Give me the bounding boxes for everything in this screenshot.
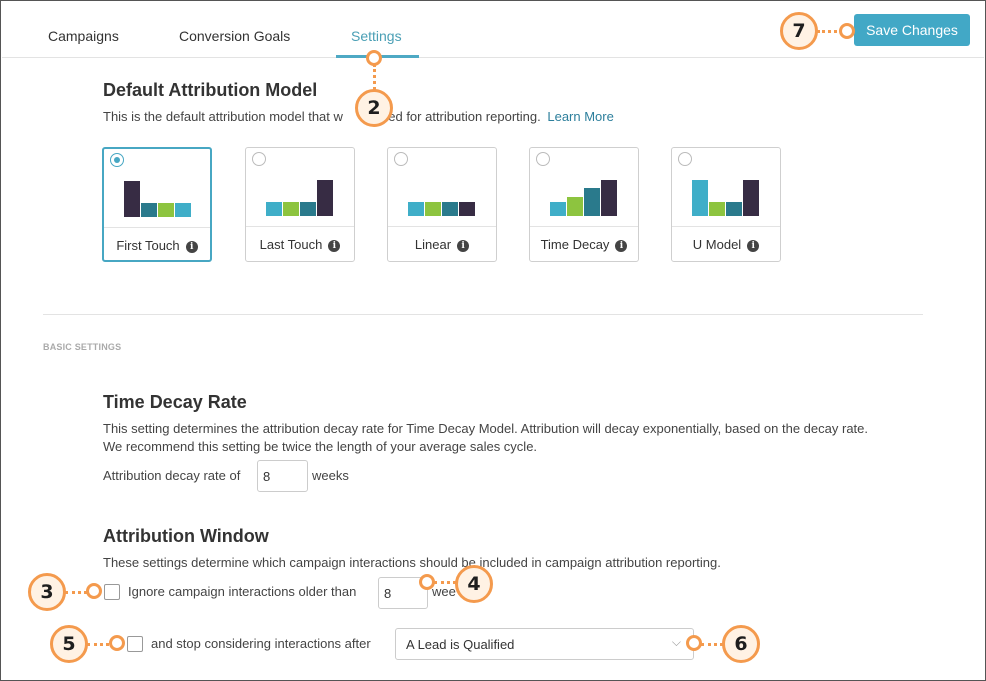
- model-bar: [300, 202, 316, 216]
- stop-considering-label: and stop considering interactions after: [151, 636, 371, 651]
- callout-3-anchor: [86, 583, 102, 599]
- callout-5-leader: [87, 643, 109, 646]
- model-bar: [266, 202, 282, 216]
- model-card-last-touch[interactable]: Last Touch i: [245, 147, 355, 262]
- attribution-model-desc-end: used for attribution reporting.: [370, 109, 541, 124]
- callout-3-badge: 3: [28, 573, 66, 611]
- model-bar: [425, 202, 441, 216]
- chevron-down-icon: ⌵: [671, 635, 681, 649]
- model-bar: [124, 181, 140, 217]
- model-radio-time-decay[interactable]: [536, 152, 550, 166]
- model-bar: [442, 202, 458, 216]
- stop-considering-selected-value: A Lead is Qualified: [406, 637, 515, 652]
- model-bars-last-touch: [266, 176, 336, 216]
- callout-5-badge: 5: [50, 625, 88, 663]
- callout-7-badge: 7: [780, 12, 818, 50]
- time-decay-title: Time Decay Rate: [103, 392, 247, 412]
- stop-considering-checkbox[interactable]: [127, 636, 143, 652]
- model-bar: [567, 197, 583, 216]
- model-label-u-model: U Model i: [672, 237, 780, 252]
- ignore-interactions-checkbox[interactable]: [104, 584, 120, 600]
- tab-settings[interactable]: Settings: [351, 28, 402, 44]
- decay-rate-input[interactable]: [257, 460, 308, 492]
- model-bars-time-decay: [550, 176, 620, 216]
- tab-campaigns[interactable]: Campaigns: [48, 28, 119, 44]
- callout-7-anchor: [839, 23, 855, 39]
- info-icon[interactable]: i: [328, 240, 341, 252]
- callout-4-badge: 4: [455, 565, 493, 603]
- model-bar: [601, 180, 617, 216]
- model-bar: [175, 203, 191, 217]
- model-name: U Model: [692, 237, 742, 252]
- model-card-first-touch[interactable]: First Touch i: [102, 147, 212, 262]
- section-divider: [43, 314, 923, 315]
- model-bar: [743, 180, 759, 216]
- card-divider: [672, 226, 780, 227]
- model-name: Linear: [414, 237, 452, 252]
- ignore-interactions-label: Ignore campaign interactions older than: [128, 584, 357, 599]
- model-label-time-decay: Time Decay i: [530, 237, 638, 252]
- callout-4-leader: [434, 581, 456, 584]
- model-name: Time Decay: [540, 237, 610, 252]
- card-divider: [246, 226, 354, 227]
- callout-5-anchor: [109, 635, 125, 651]
- model-bar: [141, 203, 157, 217]
- callout-2-badge: 2: [355, 89, 393, 127]
- model-card-time-decay[interactable]: Time Decay i: [529, 147, 639, 262]
- callout-3-leader: [65, 591, 87, 594]
- attribution-window-title: Attribution Window: [103, 526, 269, 546]
- decay-rate-suffix: weeks: [312, 468, 349, 483]
- model-bars-first-touch: [124, 177, 194, 217]
- model-bars-linear: [408, 176, 478, 216]
- info-icon[interactable]: i: [747, 240, 760, 252]
- model-bar: [459, 202, 475, 216]
- callout-6-anchor: [686, 635, 702, 651]
- model-card-u-model[interactable]: U Model i: [671, 147, 781, 262]
- card-divider: [530, 226, 638, 227]
- card-divider: [104, 227, 210, 228]
- model-bar: [584, 188, 600, 216]
- model-card-linear[interactable]: Linear i: [387, 147, 497, 262]
- tab-conversion-goals[interactable]: Conversion Goals: [179, 28, 290, 44]
- learn-more-link[interactable]: Learn More: [547, 109, 613, 124]
- ignore-weeks-suffix: wee: [432, 584, 456, 599]
- model-radio-u-model[interactable]: [678, 152, 692, 166]
- time-decay-desc-line2: We recommend this setting be twice the l…: [103, 439, 538, 454]
- model-bar: [726, 202, 742, 216]
- info-icon[interactable]: i: [457, 240, 470, 252]
- attribution-window-desc: These settings determine which campaign …: [103, 555, 721, 570]
- model-bar: [692, 180, 708, 216]
- model-bar: [408, 202, 424, 216]
- model-name: First Touch: [116, 238, 180, 253]
- info-icon[interactable]: i: [185, 241, 198, 253]
- model-label-linear: Linear i: [388, 237, 496, 252]
- settings-page: Campaigns Conversion Goals Settings Save…: [0, 0, 986, 681]
- decay-rate-prefix: Attribution decay rate of: [103, 468, 241, 483]
- callout-2-leader: [373, 64, 376, 90]
- callout-6-badge: 6: [722, 625, 760, 663]
- attribution-model-title: Default Attribution Model: [103, 80, 318, 100]
- model-name: Last Touch: [259, 237, 323, 252]
- info-icon[interactable]: i: [615, 240, 628, 252]
- model-radio-last-touch[interactable]: [252, 152, 266, 166]
- basic-settings-label: BASIC SETTINGS: [43, 342, 122, 352]
- model-bar: [158, 203, 174, 217]
- save-changes-button[interactable]: Save Changes: [854, 14, 970, 46]
- time-decay-desc-line1: This setting determines the attribution …: [103, 421, 869, 436]
- model-bars-u-model: [692, 176, 762, 216]
- callout-6-leader: [701, 643, 723, 646]
- model-radio-first-touch[interactable]: [110, 153, 124, 167]
- model-label-last-touch: Last Touch i: [246, 237, 354, 252]
- attribution-model-desc-start: This is the default attribution model th…: [103, 109, 343, 124]
- model-bar: [550, 202, 566, 216]
- stop-considering-select[interactable]: A Lead is Qualified ⌵: [395, 628, 694, 660]
- callout-4-anchor: [419, 574, 435, 590]
- model-bar: [317, 180, 333, 216]
- card-divider: [388, 226, 496, 227]
- model-label-first-touch: First Touch i: [104, 238, 210, 253]
- model-bar: [709, 202, 725, 216]
- model-radio-linear[interactable]: [394, 152, 408, 166]
- model-bar: [283, 202, 299, 216]
